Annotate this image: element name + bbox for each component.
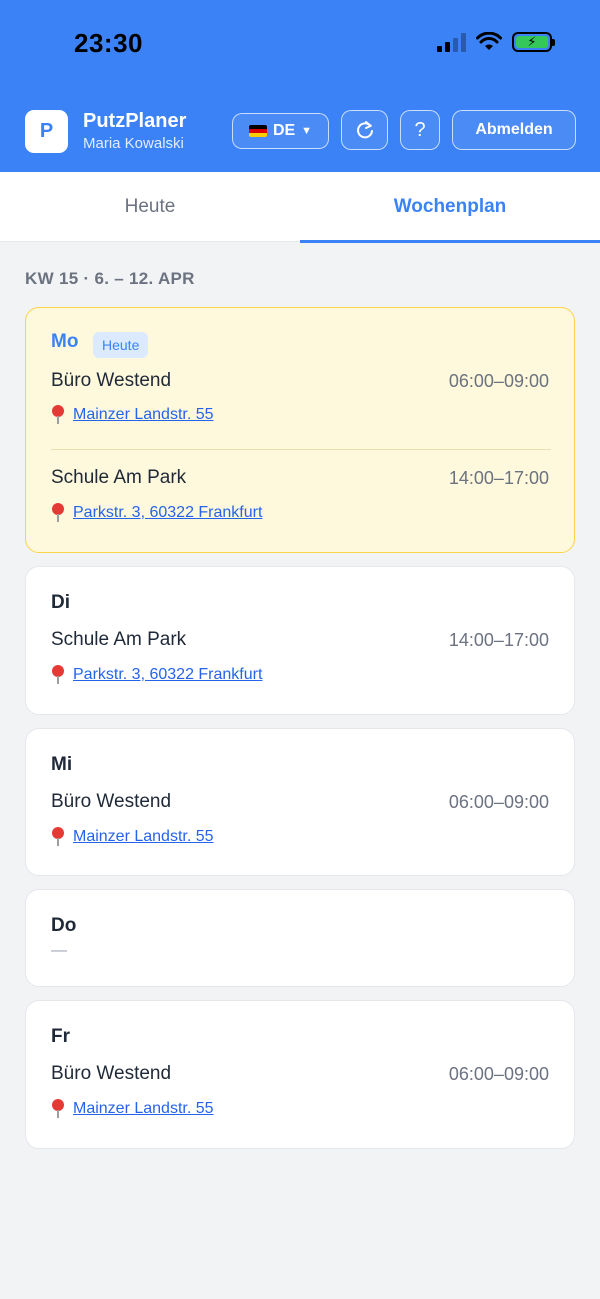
site-name: Büro Westend	[51, 791, 172, 812]
german-flag-icon	[248, 125, 267, 137]
map-pin-icon	[51, 503, 65, 523]
shift-time: 06:00–09:00	[448, 371, 549, 391]
address-row: Parkstr. 3, 60322 Frankfurt	[51, 503, 262, 523]
day-name: Fr	[51, 1026, 70, 1047]
map-pin-icon	[51, 665, 65, 685]
address-link[interactable]: Mainzer Landstr. 55	[73, 406, 214, 424]
today-badge: Heute	[93, 332, 149, 358]
map-pin-icon	[51, 1099, 65, 1119]
address-row: Mainzer Landstr. 55	[51, 405, 214, 425]
tab-bar: Heute Wochenplan	[0, 172, 600, 243]
status-time: 23:30	[74, 28, 143, 58]
refresh-icon	[356, 121, 373, 139]
shift-time: 14:00–17:00	[448, 630, 549, 650]
logout-button[interactable]: Abmelden	[452, 110, 576, 150]
status-icons: ⚡	[437, 32, 555, 52]
tab-today[interactable]: Heute	[0, 172, 300, 242]
address-row: Mainzer Landstr. 55	[51, 1099, 214, 1119]
site-name: Büro Westend	[51, 370, 172, 391]
battery-icon: ⚡	[512, 32, 555, 52]
refresh-button[interactable]	[341, 110, 388, 150]
help-button[interactable]: ?	[400, 110, 440, 150]
map-pin-icon	[51, 405, 65, 425]
cellular-signal-icon	[437, 32, 466, 52]
day-name: Do	[51, 915, 77, 936]
address-row: Parkstr. 3, 60322 Frankfurt	[51, 665, 262, 685]
shift-time: 06:00–09:00	[448, 1064, 549, 1084]
address-row: Mainzer Landstr. 55	[51, 827, 214, 847]
app-logo: P	[25, 110, 68, 153]
day-card-tuesday: Di Schule Am Park 14:00–17:00 Parkstr. 3…	[25, 566, 575, 715]
language-label: DE	[272, 122, 296, 139]
app-header: 23:30 ⚡ P PutzPlaner Maria Kowalski DE ▼…	[0, 0, 600, 172]
no-shift-placeholder: —	[51, 942, 67, 959]
week-label: KW 15 · 6. – 12. APR	[25, 269, 195, 288]
tab-weekly-plan[interactable]: Wochenplan	[300, 172, 600, 243]
address-link[interactable]: Mainzer Landstr. 55	[73, 1100, 214, 1118]
day-name: Mi	[51, 754, 73, 775]
app-name: PutzPlaner	[83, 110, 187, 132]
day-card-thursday: Do —	[25, 889, 575, 987]
entry-divider	[51, 449, 551, 450]
chevron-down-icon: ▼	[301, 125, 313, 137]
address-link[interactable]: Parkstr. 3, 60322 Frankfurt	[73, 504, 262, 522]
day-card-friday: Fr Büro Westend 06:00–09:00 Mainzer Land…	[25, 1000, 575, 1149]
wifi-icon	[476, 32, 502, 50]
address-link[interactable]: Mainzer Landstr. 55	[73, 828, 214, 846]
site-name: Büro Westend	[51, 1063, 172, 1084]
map-pin-icon	[51, 827, 65, 847]
day-name: Mo	[51, 331, 79, 352]
address-link[interactable]: Parkstr. 3, 60322 Frankfurt	[73, 666, 262, 684]
language-selector[interactable]: DE ▼	[232, 113, 329, 149]
shift-time: 14:00–17:00	[448, 468, 549, 488]
user-name: Maria Kowalski	[83, 135, 184, 152]
shift-time: 06:00–09:00	[448, 792, 549, 812]
site-name: Schule Am Park	[51, 467, 187, 488]
day-card-monday: Mo Heute Büro Westend 06:00–09:00 Mainze…	[25, 307, 575, 553]
day-name: Di	[51, 592, 70, 613]
site-name: Schule Am Park	[51, 629, 187, 650]
day-card-wednesday: Mi Büro Westend 06:00–09:00 Mainzer Land…	[25, 728, 575, 876]
